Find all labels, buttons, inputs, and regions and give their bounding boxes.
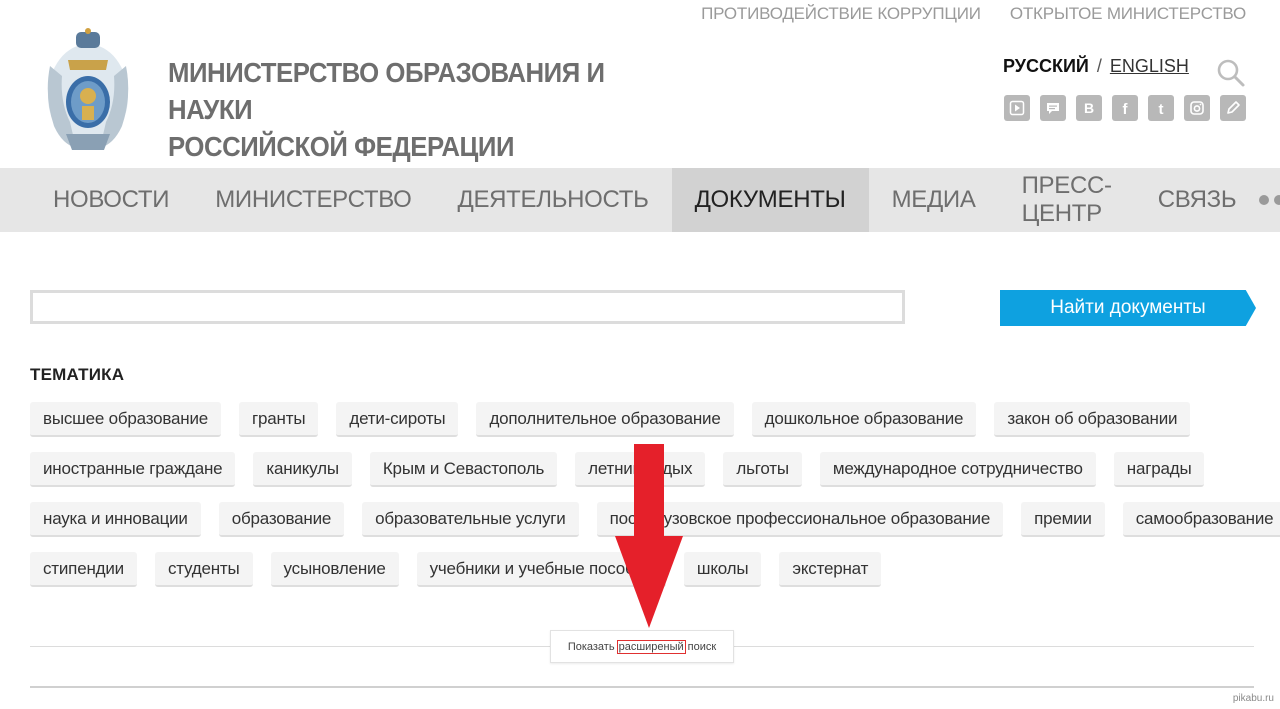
anti-corruption-link[interactable]: ПРОТИВОДЕЙСТВИЕ КОРРУПЦИИ [701, 4, 981, 24]
lang-english-link[interactable]: ENGLISH [1110, 56, 1189, 76]
advanced-search-suffix: поиск [687, 640, 717, 653]
ministry-title[interactable]: МИНИСТЕРСТВО ОБРАЗОВАНИЯ И НАУКИ РОССИЙС… [168, 54, 683, 165]
topic-tag[interactable]: дети-сироты [336, 402, 459, 437]
find-documents-button[interactable]: Найти документы [1000, 290, 1256, 326]
topics-heading: ТЕМАТИКА [30, 365, 125, 384]
topic-tag[interactable]: образование [218, 502, 345, 537]
ministry-title-line1: МИНИСТЕРСТВО ОБРАЗОВАНИЯ И НАУКИ [168, 57, 605, 125]
topic-tag[interactable]: международное сотрудничество [819, 452, 1096, 487]
topic-tag[interactable]: каникулы [253, 452, 352, 487]
nav-ministry[interactable]: МИНИСТЕРСТВО [192, 168, 434, 232]
vk-icon[interactable]: B [1076, 95, 1102, 121]
topic-tag[interactable]: льготы [723, 452, 802, 487]
svg-text:f: f [1123, 101, 1129, 116]
main-navigation: НОВОСТИ МИНИСТЕРСТВО ДЕЯТЕЛЬНОСТЬ ДОКУМЕ… [0, 168, 1280, 232]
top-links: ПРОТИВОДЕЙСТВИЕ КОРРУПЦИИ ОТКРЫТОЕ МИНИС… [701, 4, 1246, 24]
topic-tag[interactable]: образовательные услуги [362, 502, 579, 537]
open-ministry-link[interactable]: ОТКРЫТОЕ МИНИСТЕРСТВО [1010, 4, 1246, 24]
social-icons: B f t [1004, 95, 1246, 121]
lang-separator: / [1096, 56, 1102, 76]
video-icon[interactable] [1004, 95, 1030, 121]
topic-tag[interactable]: гранты [239, 402, 319, 437]
topic-tag[interactable]: награды [1113, 452, 1205, 487]
topic-tag[interactable]: дополнительное образование [476, 402, 734, 437]
divider [30, 686, 1254, 688]
tag-row: иностранные граждане каникулы Крым и Сев… [30, 452, 1260, 487]
nav-documents[interactable]: ДОКУМЕНТЫ [671, 168, 869, 232]
svg-text:t: t [1159, 101, 1164, 116]
topic-tag[interactable]: студенты [154, 552, 253, 587]
svg-text:B: B [1084, 100, 1094, 116]
tag-row: стипендии студенты усыновление учебники … [30, 552, 1260, 587]
topic-tags: высшее образование гранты дети-сироты до… [30, 402, 1280, 602]
language-switcher: РУССКИЙ / ENGLISH [1003, 56, 1189, 77]
advanced-search-highlight: расширеный [616, 639, 686, 654]
topic-tag[interactable]: учебники и учебные пособия [416, 552, 666, 587]
topic-tag[interactable]: летний отдых [575, 452, 706, 487]
livejournal-icon[interactable] [1220, 95, 1246, 121]
topic-tag[interactable]: послевузовское профессиональное образова… [596, 502, 1004, 537]
topic-tag[interactable]: дошкольное образование [751, 402, 977, 437]
advanced-search-prefix: Показать [567, 640, 615, 653]
tag-row: высшее образование гранты дети-сироты до… [30, 402, 1260, 437]
topic-tag[interactable]: школы [683, 552, 762, 587]
ministry-emblem-logo[interactable] [40, 26, 136, 156]
nav-activity[interactable]: ДЕЯТЕЛЬНОСТЬ [434, 168, 671, 232]
twitter-icon[interactable]: t [1148, 95, 1174, 121]
document-search-input[interactable] [30, 290, 905, 324]
ministry-title-line2: РОССИЙСКОЙ ФЕДЕРАЦИИ [168, 131, 515, 162]
topic-tag[interactable]: иностранные граждане [30, 452, 236, 487]
topic-tag[interactable]: высшее образование [30, 402, 222, 437]
nav-media[interactable]: МЕДИА [869, 168, 999, 232]
facebook-icon[interactable]: f [1112, 95, 1138, 121]
more-menu-icon[interactable] [1259, 195, 1280, 205]
chat-icon[interactable] [1040, 95, 1066, 121]
topic-tag[interactable]: наука и инновации [30, 502, 201, 537]
nav-news[interactable]: НОВОСТИ [30, 168, 192, 232]
lang-russian: РУССКИЙ [1003, 56, 1089, 76]
tag-row: наука и инновации образование образовате… [30, 502, 1280, 537]
show-advanced-search-button[interactable]: Показать расширеный поиск [550, 630, 734, 663]
nav-contacts[interactable]: СВЯЗЬ [1135, 168, 1260, 232]
instagram-icon[interactable] [1184, 95, 1210, 121]
topic-tag[interactable]: экстернат [779, 552, 882, 587]
topic-tag[interactable]: закон об образовании [994, 402, 1191, 437]
topic-tag[interactable]: усыновление [270, 552, 399, 587]
topic-tag[interactable]: стипендии [30, 552, 137, 587]
topic-tag[interactable]: самообразование [1122, 502, 1280, 537]
nav-press-center[interactable]: ПРЕСС-ЦЕНТР [999, 168, 1135, 232]
topic-tag[interactable]: Крым и Севастополь [369, 452, 558, 487]
search-icon[interactable] [1216, 58, 1246, 88]
topic-tag[interactable]: премии [1021, 502, 1105, 537]
watermark: pikabu.ru [1232, 693, 1274, 704]
